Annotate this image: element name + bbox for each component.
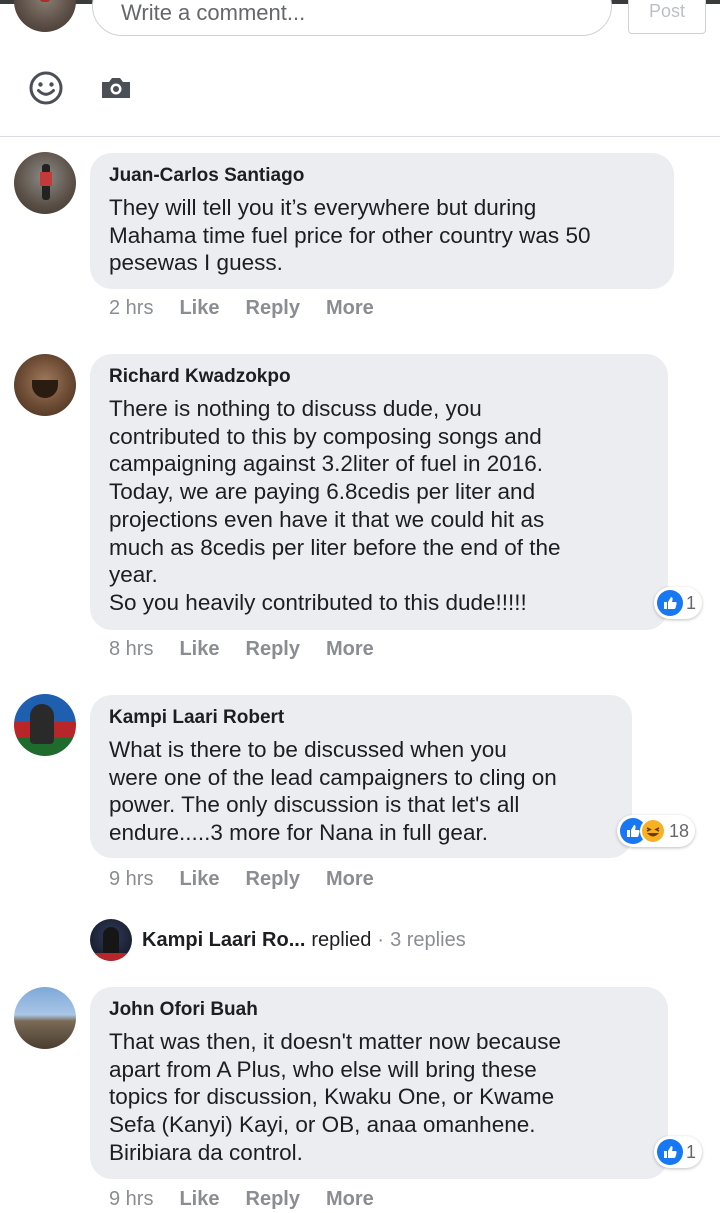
comment-actions: 2 hrs Like Reply More bbox=[109, 297, 400, 320]
comment-author[interactable]: Kampi Laari Robert bbox=[109, 707, 614, 729]
comment-time[interactable]: 8 hrs bbox=[109, 638, 153, 661]
comment-actions: 8 hrs Like Reply More bbox=[109, 638, 400, 661]
comment-text: There is nothing to discuss dude, you co… bbox=[109, 396, 561, 615]
like-reaction-icon bbox=[657, 1139, 683, 1165]
reaction-summary[interactable]: 1 bbox=[654, 1136, 703, 1168]
comment-actions: 9 hrs Like Reply More bbox=[109, 868, 400, 891]
camera-icon[interactable] bbox=[98, 70, 134, 106]
comment-text: They will tell you it’s everywhere but d… bbox=[109, 195, 591, 276]
reply-separator: · bbox=[377, 928, 385, 951]
reply-avatar bbox=[90, 919, 132, 961]
reaction-count: 18 bbox=[669, 820, 690, 841]
reaction-summary[interactable]: 18 bbox=[617, 815, 696, 847]
reply-button[interactable]: Reply bbox=[246, 297, 300, 320]
more-button[interactable]: More bbox=[326, 297, 374, 320]
comment-time[interactable]: 9 hrs bbox=[109, 868, 153, 891]
comment-author[interactable]: John Ofori Buah bbox=[109, 999, 650, 1021]
avatar[interactable] bbox=[14, 987, 76, 1049]
like-button[interactable]: Like bbox=[179, 868, 219, 891]
reply-button[interactable]: Reply bbox=[246, 638, 300, 661]
like-button[interactable]: Like bbox=[179, 638, 219, 661]
view-replies-link[interactable]: Kampi Laari Ro... replied · 3 replies bbox=[90, 918, 466, 962]
comment-text: What is there to be discussed when you w… bbox=[109, 737, 557, 846]
like-button[interactable]: Like bbox=[179, 297, 219, 320]
reply-button[interactable]: Reply bbox=[246, 868, 300, 891]
comment-text: That was then, it doesn't matter now bec… bbox=[109, 1029, 562, 1165]
avatar[interactable] bbox=[14, 694, 76, 756]
reply-count: 3 replies bbox=[390, 928, 466, 951]
smiley-icon[interactable] bbox=[28, 70, 64, 106]
haha-reaction-icon bbox=[640, 818, 666, 844]
more-button[interactable]: More bbox=[326, 868, 374, 891]
comment-bubble: Richard Kwadzokpo There is nothing to di… bbox=[90, 354, 668, 630]
like-button[interactable]: Like bbox=[179, 1188, 219, 1211]
reaction-summary[interactable]: 1 bbox=[654, 587, 703, 619]
comment-time[interactable]: 2 hrs bbox=[109, 297, 153, 320]
comment-actions: 9 hrs Like Reply More bbox=[109, 1188, 400, 1211]
reply-verb: replied bbox=[311, 928, 372, 951]
current-user-avatar[interactable] bbox=[14, 0, 76, 32]
more-button[interactable]: More bbox=[326, 1188, 374, 1211]
comment-bubble: Kampi Laari Robert What is there to be d… bbox=[90, 695, 632, 858]
comment-time[interactable]: 9 hrs bbox=[109, 1188, 153, 1211]
more-button[interactable]: More bbox=[326, 638, 374, 661]
reaction-count: 1 bbox=[686, 1141, 697, 1162]
comment-bubble: John Ofori Buah That was then, it doesn'… bbox=[90, 987, 668, 1179]
avatar[interactable] bbox=[14, 354, 76, 416]
like-reaction-icon bbox=[657, 590, 683, 616]
reply-author: Kampi Laari Ro... bbox=[142, 928, 306, 951]
post-button[interactable]: Post bbox=[628, 0, 706, 34]
comment-bubble: Juan-Carlos Santiago They will tell you … bbox=[90, 153, 674, 289]
reaction-count: 1 bbox=[686, 592, 697, 613]
avatar[interactable] bbox=[14, 152, 76, 214]
comment-input-box[interactable] bbox=[92, 0, 612, 36]
comment-author[interactable]: Juan-Carlos Santiago bbox=[109, 165, 656, 187]
comment-input[interactable] bbox=[119, 0, 590, 27]
composer-divider bbox=[0, 136, 720, 137]
reply-button[interactable]: Reply bbox=[246, 1188, 300, 1211]
comment-author[interactable]: Richard Kwadzokpo bbox=[109, 366, 650, 388]
